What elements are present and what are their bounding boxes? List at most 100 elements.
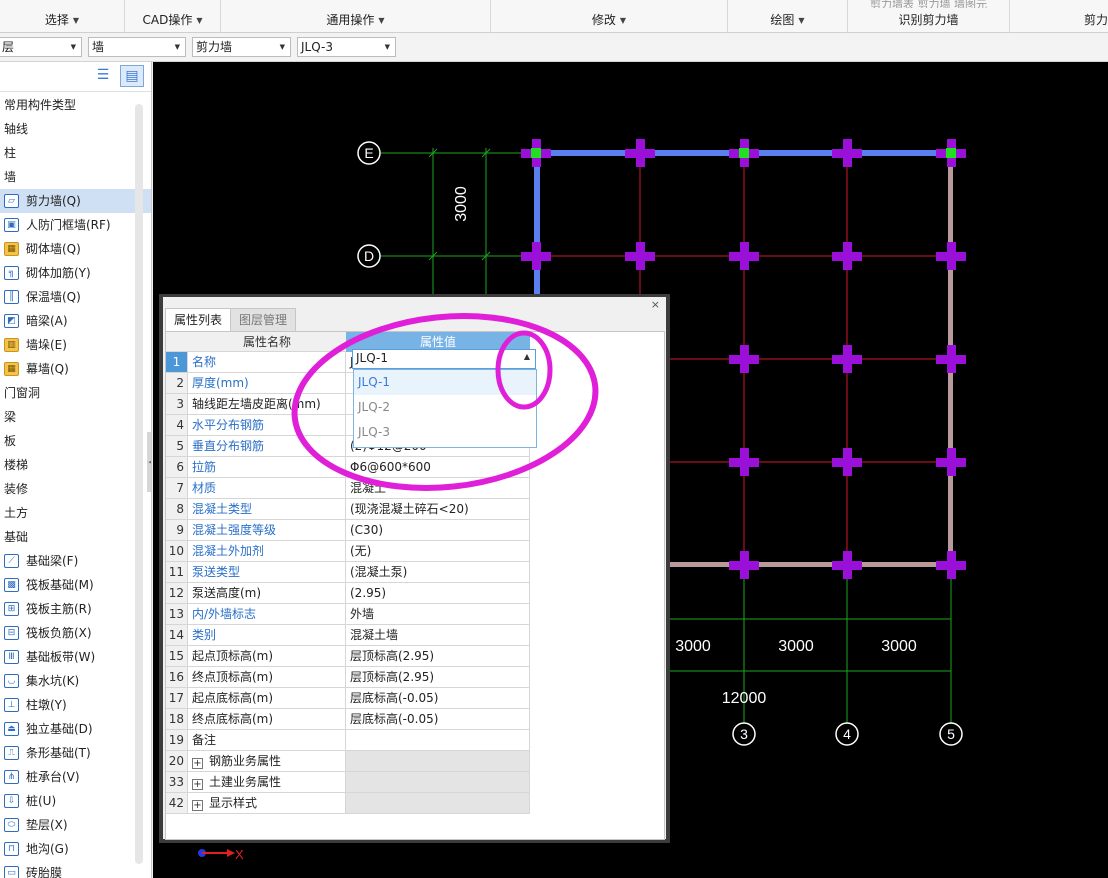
tree-item[interactable]: ▭ 砖胎膜	[0, 861, 151, 878]
tree-item[interactable]: ▱ 剪力墙(Q)	[0, 189, 151, 213]
ribbon-group-general[interactable]: 通用操作 ▼	[221, 0, 491, 33]
property-value[interactable]: 混凝土	[346, 478, 530, 499]
table-row[interactable]: 12 泵送高度(m) (2.95)	[166, 583, 531, 604]
tree-item[interactable]: 楼梯	[0, 453, 151, 477]
table-row[interactable]: 17 起点底标高(m) 层底标高(-0.05)	[166, 688, 531, 709]
isolated-footing-icon: ⏏	[4, 722, 19, 736]
tab-layer-management[interactable]: 图层管理	[230, 308, 297, 331]
property-value[interactable]: 层底标高(-0.05)	[346, 688, 530, 709]
list-view-icon[interactable]: ☰	[91, 65, 115, 87]
element-select[interactable]: JLQ-3 ▼	[297, 37, 396, 57]
property-value[interactable]: (无)	[346, 541, 530, 562]
tree-item[interactable]: 梁	[0, 405, 151, 429]
tree-item[interactable]: 门窗洞	[0, 381, 151, 405]
property-value[interactable]	[346, 793, 530, 814]
tree-item[interactable]: ▦ 幕墙(Q)	[0, 357, 151, 381]
collapse-panel-handle[interactable]: ◂	[147, 432, 151, 492]
property-value[interactable]	[346, 730, 530, 751]
ribbon-group-recognize-wall[interactable]: 剪力墙表 剪力墙 墙图元 识别剪力墙	[848, 0, 1010, 33]
table-row[interactable]: 18 终点底标高(m) 层底标高(-0.05)	[166, 709, 531, 730]
property-value[interactable]: (混凝土泵)	[346, 562, 530, 583]
tree-item[interactable]: ▥ 墙垛(E)	[0, 333, 151, 357]
tree-item[interactable]: 常用构件类型	[0, 93, 151, 117]
property-value[interactable]	[346, 751, 530, 772]
floor-select[interactable]: 层 ▼	[0, 37, 82, 57]
table-row[interactable]: 10 混凝土外加剂 (无)	[166, 541, 531, 562]
type-select[interactable]: 剪力墙 ▼	[192, 37, 291, 57]
close-icon[interactable]: ×	[651, 298, 660, 311]
tree-item[interactable]: 板	[0, 429, 151, 453]
table-row[interactable]: 9 混凝土强度等级 (C30)	[166, 520, 531, 541]
tree-item[interactable]: 基础	[0, 525, 151, 549]
table-row[interactable]: 8 混凝土类型 (现浇混凝土碎石<20)	[166, 499, 531, 520]
tree-item[interactable]: ║ 保温墙(Q)	[0, 285, 151, 309]
table-row[interactable]: 6 拉筋 Φ6@600*600	[166, 457, 531, 478]
table-row[interactable]: 14 类别 混凝土墙	[166, 625, 531, 646]
shear-wall-icon: ▱	[4, 194, 19, 208]
tab-property-list[interactable]: 属性列表	[165, 308, 232, 331]
tree-item[interactable]: ⬭ 垫层(X)	[0, 813, 151, 837]
expand-icon[interactable]: +	[192, 779, 203, 790]
tree-view-icon[interactable]: ▤	[120, 65, 144, 87]
property-value[interactable]: 外墙	[346, 604, 530, 625]
property-value[interactable]: 层顶标高(2.95)	[346, 646, 530, 667]
column-mark	[740, 242, 749, 270]
column-mark	[843, 345, 852, 373]
table-row[interactable]: 16 终点顶标高(m) 层顶标高(2.95)	[166, 667, 531, 688]
property-value[interactable]: (2.95)	[346, 583, 530, 604]
table-row[interactable]: 11 泵送类型 (混凝土泵)	[166, 562, 531, 583]
tree-item[interactable]: ⟋ 基础梁(F)	[0, 549, 151, 573]
tree-item[interactable]: ╗ 砌体加筋(Y)	[0, 261, 151, 285]
table-row[interactable]: 20 + 钢筋业务属性	[166, 751, 531, 772]
tree-item[interactable]: ⏏ 独立基础(D)	[0, 717, 151, 741]
ribbon-group-shear[interactable]: 剪力	[1010, 0, 1108, 33]
chevron-up-icon[interactable]: ▲	[524, 352, 530, 361]
tree-item[interactable]: 墙	[0, 165, 151, 189]
expand-icon[interactable]: +	[192, 800, 203, 811]
tree-item[interactable]: ◡ 集水坑(K)	[0, 669, 151, 693]
tree-item[interactable]: 土方	[0, 501, 151, 525]
property-name: 终点底标高(m)	[188, 709, 346, 730]
property-value[interactable]: 层顶标高(2.95)	[346, 667, 530, 688]
tree-item[interactable]: ⊓ 地沟(G)	[0, 837, 151, 861]
ribbon-group-cad[interactable]: CAD操作 ▼	[125, 0, 221, 33]
category-select[interactable]: 墙 ▼	[88, 37, 186, 57]
table-row[interactable]: 33 + 土建业务属性	[166, 772, 531, 793]
ribbon-group-modify[interactable]: 修改 ▼	[491, 0, 728, 33]
tree-item[interactable]: 装修	[0, 477, 151, 501]
property-value[interactable]	[346, 772, 530, 793]
tree-item[interactable]: ▩ 筏板基础(M)	[0, 573, 151, 597]
tree-item[interactable]: ⊞ 筏板主筋(R)	[0, 597, 151, 621]
axis-label-4: 4	[843, 726, 851, 742]
dropdown-option[interactable]: JLQ-1	[354, 370, 536, 395]
dropdown-option[interactable]: JLQ-2	[354, 395, 536, 420]
tree-item[interactable]: 轴线	[0, 117, 151, 141]
tree-item[interactable]: ⊟ 筏板负筋(X)	[0, 621, 151, 645]
tree-item[interactable]: ◩ 暗梁(A)	[0, 309, 151, 333]
table-row[interactable]: 7 材质 混凝土	[166, 478, 531, 499]
column-selected-mark	[531, 148, 541, 158]
table-row[interactable]: 13 内/外墙标志 外墙	[166, 604, 531, 625]
tree-item[interactable]: ▣ 人防门框墙(RF)	[0, 213, 151, 237]
property-value[interactable]: (C30)	[346, 520, 530, 541]
tree-item[interactable]: ⋔ 桩承台(V)	[0, 765, 151, 789]
ribbon-group-draw[interactable]: 绘图 ▼	[728, 0, 848, 33]
property-value[interactable]: 混凝土墙	[346, 625, 530, 646]
tree-item[interactable]: ⇩ 桩(U)	[0, 789, 151, 813]
tree-item[interactable]: ▦ 砌体墙(Q)	[0, 237, 151, 261]
table-row[interactable]: 42 + 显示样式	[166, 793, 531, 814]
table-row[interactable]: 19 备注	[166, 730, 531, 751]
property-value[interactable]: 层底标高(-0.05)	[346, 709, 530, 730]
dropdown-option[interactable]: JLQ-3	[354, 420, 536, 445]
tree-item[interactable]: Ⅲ 基础板带(W)	[0, 645, 151, 669]
tree-scrollbar[interactable]	[135, 104, 143, 864]
tree-item[interactable]: 柱	[0, 141, 151, 165]
ribbon-group-select[interactable]: 选择 ▼	[0, 0, 125, 33]
table-row[interactable]: 15 起点顶标高(m) 层顶标高(2.95)	[166, 646, 531, 667]
name-combobox[interactable]: JLQ-1 ▲	[352, 349, 536, 369]
property-value[interactable]: Φ6@600*600	[346, 457, 530, 478]
tree-item[interactable]: ⊥ 柱墩(Y)	[0, 693, 151, 717]
property-value[interactable]: (现浇混凝土碎石<20)	[346, 499, 530, 520]
tree-item[interactable]: ⎍ 条形基础(T)	[0, 741, 151, 765]
expand-icon[interactable]: +	[192, 758, 203, 769]
